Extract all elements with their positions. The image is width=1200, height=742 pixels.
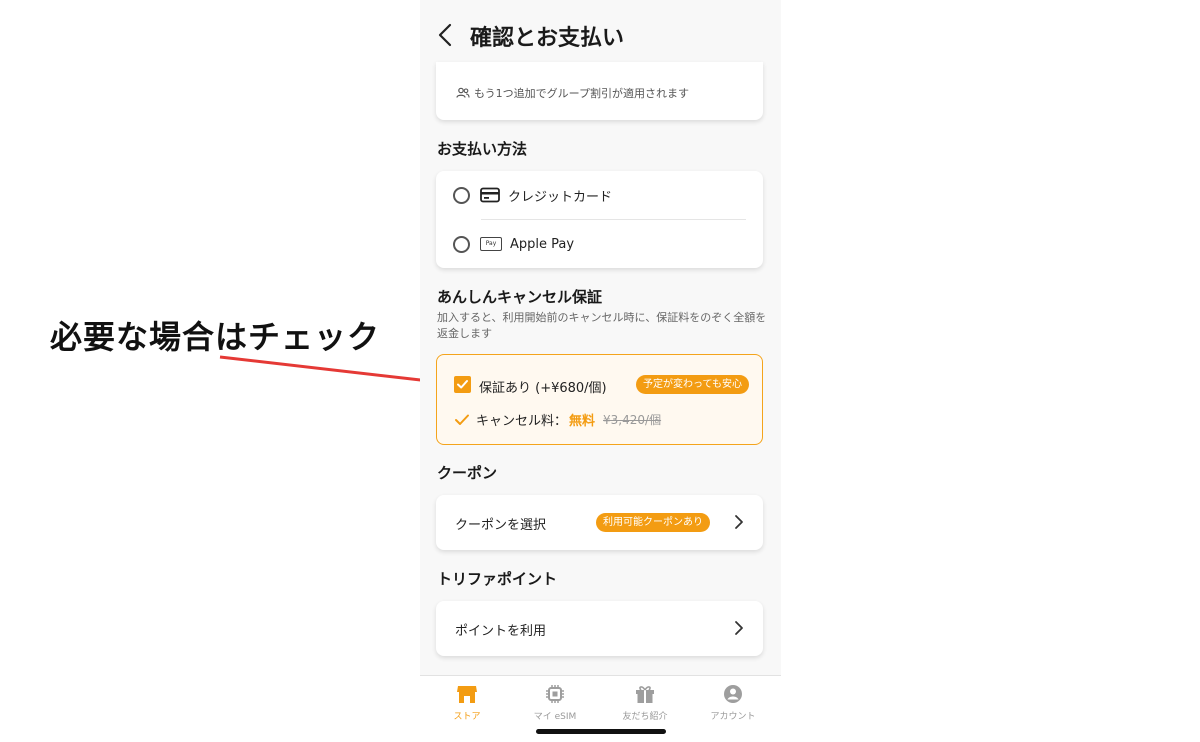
- payment-section-title: お支払い方法: [437, 140, 528, 158]
- cancel-fee-line: キャンセル料： 無料 ¥3,420/個: [454, 410, 661, 429]
- guarantee-card: 保証あり (+¥680/個) 予定が変わっても安心 キャンセル料： 無料 ¥3,…: [436, 354, 763, 445]
- tab-account[interactable]: アカウント: [688, 684, 778, 722]
- payment-option-credit-card[interactable]: クレジットカード: [436, 171, 763, 219]
- points-section-title: トリファポイント: [437, 570, 558, 588]
- coupon-section-title: クーポン: [437, 464, 498, 482]
- guarantee-section-title: あんしんキャンセル保証: [437, 288, 603, 306]
- guarantee-description: 加入すると、利用開始前のキャンセル時に、保証料をのぞく全額を返金します: [437, 311, 767, 340]
- coupon-row-label: クーポンを選択: [455, 518, 547, 533]
- cancel-fee-value: 無料: [569, 414, 596, 429]
- coupon-available-badge: 利用可能クーポンあり: [596, 513, 710, 532]
- chevron-right-icon: [735, 621, 743, 635]
- payment-option-apple-pay[interactable]: Pay Apple Pay: [436, 220, 763, 268]
- tab-label-my-esim: マイ eSIM: [533, 712, 577, 722]
- tab-friend-referral[interactable]: 友だち紹介: [600, 684, 690, 722]
- chevron-right-icon: [735, 515, 743, 529]
- guarantee-badge: 予定が変わっても安心: [636, 375, 749, 394]
- points-row-label: ポイントを利用: [455, 624, 547, 639]
- credit-card-icon: [480, 187, 500, 203]
- tab-store[interactable]: ストア: [422, 684, 512, 722]
- tab-label-account: アカウント: [710, 712, 756, 722]
- cancel-fee-old-price: ¥3,420/個: [603, 413, 662, 427]
- tab-label-store: ストア: [453, 712, 481, 722]
- group-discount-text: もう1つ追加でグループ割引が適用されます: [474, 87, 690, 100]
- group-discount-note: もう1つ追加でグループ割引が適用されます: [456, 85, 689, 101]
- guarantee-checkbox[interactable]: [454, 376, 471, 393]
- apple-pay-icon: Pay: [480, 237, 502, 251]
- tab-label-friend-referral: 友だち紹介: [622, 712, 668, 722]
- home-indicator: [536, 729, 666, 734]
- credit-card-radio[interactable]: [453, 186, 470, 204]
- payment-card: クレジットカード Pay Apple Pay: [436, 171, 763, 268]
- guarantee-checkbox-label[interactable]: 保証あり (+¥680/個): [479, 377, 607, 396]
- credit-card-label: クレジットカード: [508, 189, 613, 205]
- gift-icon: [636, 686, 654, 703]
- apple-pay-radio[interactable]: [453, 235, 470, 253]
- back-arrow-icon[interactable]: [434, 20, 458, 50]
- points-use-row[interactable]: ポイントを利用: [436, 601, 763, 656]
- apple-pay-label: Apple Pay: [510, 236, 575, 252]
- header: 確認とお支払い: [420, 0, 781, 62]
- cancel-fee-label: キャンセル料：: [476, 414, 568, 429]
- store-icon: [457, 686, 477, 703]
- check-icon: [455, 414, 469, 425]
- account-icon: [724, 685, 742, 703]
- group-discount-card: もう1つ追加でグループ割引が適用されます: [436, 62, 763, 120]
- tab-my-esim[interactable]: マイ eSIM: [510, 684, 600, 722]
- checkmark-icon: [457, 380, 468, 389]
- page-title: 確認とお支払い: [470, 26, 625, 51]
- group-icon: [456, 87, 470, 98]
- chip-icon: [546, 685, 564, 703]
- annotation-text: 必要な場合はチェック: [50, 318, 381, 356]
- phone-screen: 確認とお支払い もう1つ追加でグループ割引が適用されます お支払い方法 クレジッ…: [420, 0, 781, 742]
- coupon-select-row[interactable]: クーポンを選択 利用可能クーポンあり: [436, 495, 763, 550]
